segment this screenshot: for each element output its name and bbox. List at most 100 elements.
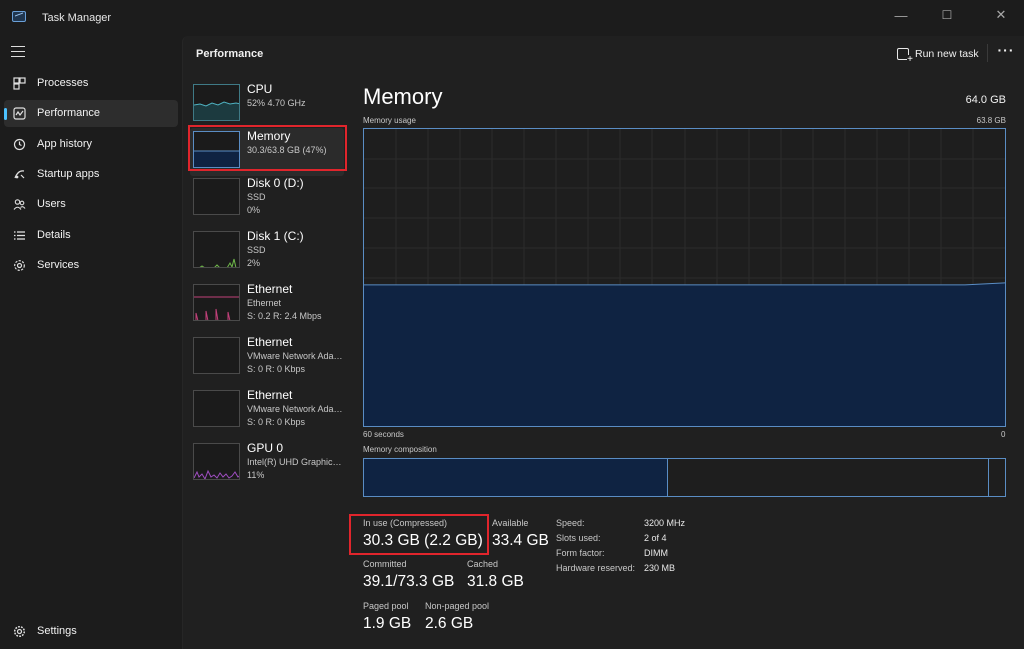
- device-item-ethernet[interactable]: Ethernet Ethernet S: 0.2 R: 2.4 Mbps: [190, 281, 344, 329]
- device-name: Disk 1 (C:): [247, 229, 304, 243]
- gpu-thumbnail: [193, 443, 240, 480]
- time-axis-start: 60 seconds: [363, 430, 404, 439]
- ethernet-vmnet8-thumbnail: [193, 390, 240, 427]
- memory-usage-label: Memory usage: [363, 116, 416, 125]
- speed-value: 3200 MHz: [644, 518, 686, 528]
- memory-usage-area: [364, 282, 1005, 426]
- device-item-ethernet-vmnet1[interactable]: Ethernet VMware Network Adapter VMnet1 S…: [190, 334, 344, 382]
- device-usage: 0%: [247, 205, 261, 215]
- committed-label: Committed: [363, 559, 407, 569]
- header-divider: [987, 44, 988, 62]
- device-detail: VMware Network Adapter VMnet8: [247, 404, 343, 414]
- device-item-memory[interactable]: Memory 30.3/63.8 GB (47%): [190, 128, 344, 176]
- device-detail: Intel(R) UHD Graphics 770: [247, 457, 343, 467]
- nav-label-services: Services: [37, 259, 80, 271]
- device-detail: 52% 4.70 GHz: [247, 98, 306, 108]
- nav-label-users: Users: [37, 198, 66, 210]
- device-name: Disk 0 (D:): [247, 176, 304, 190]
- memory-usage-graph: [363, 128, 1006, 427]
- composition-in-use: [364, 459, 668, 496]
- startup-icon: [12, 167, 26, 181]
- minimize-button[interactable]: —: [878, 0, 924, 30]
- nav-label-processes: Processes: [37, 77, 89, 89]
- nav-label-startup-apps: Startup apps: [37, 168, 100, 180]
- run-new-task-label: Run new task: [915, 48, 979, 60]
- device-detail: 30.3/63.8 GB (47%): [247, 145, 327, 155]
- device-name: CPU: [247, 82, 273, 96]
- nav-item-services[interactable]: Services: [4, 252, 178, 279]
- hamburger-menu-icon[interactable]: [11, 46, 25, 57]
- nav-item-startup-apps[interactable]: Startup apps: [4, 161, 178, 188]
- details-icon: [12, 228, 26, 242]
- performance-page: Performance Run new task ··· CPU 52% 4.7…: [182, 36, 1024, 649]
- time-axis-end: 0: [1001, 430, 1006, 439]
- nav-item-settings[interactable]: Settings: [4, 618, 178, 645]
- services-icon: [12, 258, 26, 272]
- device-usage: 11%: [247, 470, 265, 480]
- run-new-task-button[interactable]: Run new task: [897, 42, 979, 66]
- nav-label-details: Details: [37, 229, 71, 241]
- memory-usage-chart: [364, 129, 1005, 426]
- available-value: 33.4 GB: [492, 532, 549, 549]
- cpu-thumbnail: [193, 84, 240, 121]
- device-usage: 2%: [247, 258, 261, 268]
- composition-standby: [668, 459, 989, 496]
- in-use-value: 30.3 GB (2.2 GB): [363, 532, 483, 549]
- hardware-reserved-label: Hardware reserved:: [556, 563, 636, 573]
- in-use-label: In use (Compressed): [363, 518, 448, 528]
- form-factor-value: DIMM: [644, 548, 668, 558]
- device-item-ethernet-vmnet8[interactable]: Ethernet VMware Network Adapter VMnet8 S…: [190, 387, 344, 435]
- slots-used-label: Slots used:: [556, 533, 601, 543]
- nav-item-users[interactable]: Users: [4, 191, 178, 218]
- maximize-button[interactable]: ☐: [924, 0, 970, 30]
- committed-value: 39.1/73.3 GB: [363, 573, 455, 590]
- disk-1-thumbnail: [193, 231, 240, 268]
- nav-item-details[interactable]: Details: [4, 222, 178, 249]
- device-throughput: S: 0.2 R: 2.4 Mbps: [247, 311, 322, 321]
- device-item-disk-1[interactable]: Disk 1 (C:) SSD 2%: [190, 228, 344, 276]
- device-item-disk-0[interactable]: Disk 0 (D:) SSD 0%: [190, 175, 344, 223]
- nav-label-settings: Settings: [37, 625, 77, 637]
- task-manager-app-icon: [12, 11, 26, 22]
- disk-0-thumbnail: [193, 178, 240, 215]
- device-throughput: S: 0 R: 0 Kbps: [247, 364, 306, 374]
- navigation-pane: Processes Performance App history Startu…: [0, 36, 182, 649]
- memory-title: Memory: [363, 84, 443, 109]
- memory-thumbnail: [193, 131, 240, 168]
- history-icon: [12, 137, 26, 151]
- nav-label-app-history: App history: [37, 138, 93, 150]
- page-title: Performance: [196, 48, 264, 60]
- device-item-gpu-0[interactable]: GPU 0 Intel(R) UHD Graphics 770 11%: [190, 440, 344, 488]
- settings-gear-icon: [12, 624, 26, 638]
- nav-item-processes[interactable]: Processes: [4, 70, 178, 97]
- device-throughput: S: 0 R: 0 Kbps: [247, 417, 306, 427]
- performance-icon: [12, 106, 26, 120]
- device-name: Ethernet: [247, 335, 293, 349]
- device-name: Memory: [247, 129, 291, 143]
- device-item-cpu[interactable]: CPU 52% 4.70 GHz: [190, 81, 344, 129]
- nav-label-performance: Performance: [37, 107, 100, 119]
- device-detail: SSD: [247, 192, 266, 202]
- ethernet-thumbnail: [193, 284, 240, 321]
- device-detail: SSD: [247, 245, 266, 255]
- nav-item-app-history[interactable]: App history: [4, 131, 178, 158]
- more-options-button[interactable]: ···: [995, 42, 1017, 64]
- device-name: Ethernet: [247, 282, 293, 296]
- processes-icon: [12, 76, 26, 90]
- memory-composition-label: Memory composition: [363, 445, 437, 454]
- cached-label: Cached: [467, 559, 499, 569]
- hardware-reserved-value: 230 MB: [644, 563, 676, 573]
- device-detail: VMware Network Adapter VMnet1: [247, 351, 343, 361]
- cached-value: 31.8 GB: [467, 573, 524, 590]
- device-name: GPU 0: [247, 441, 284, 455]
- close-button[interactable]: ✕: [978, 0, 1024, 30]
- nav-item-performance[interactable]: Performance: [4, 100, 178, 127]
- device-name: Ethernet: [247, 388, 293, 402]
- form-factor-label: Form factor:: [556, 548, 605, 558]
- slots-used-value: 2 of 4: [644, 533, 667, 543]
- non-paged-pool-label: Non-paged pool: [425, 601, 490, 611]
- memory-total: 64.0 GB: [965, 94, 1006, 106]
- title-bar: Task Manager — ☐ ✕: [0, 0, 1024, 36]
- paged-pool-value: 1.9 GB: [363, 615, 412, 632]
- paged-pool-label: Paged pool: [363, 601, 409, 611]
